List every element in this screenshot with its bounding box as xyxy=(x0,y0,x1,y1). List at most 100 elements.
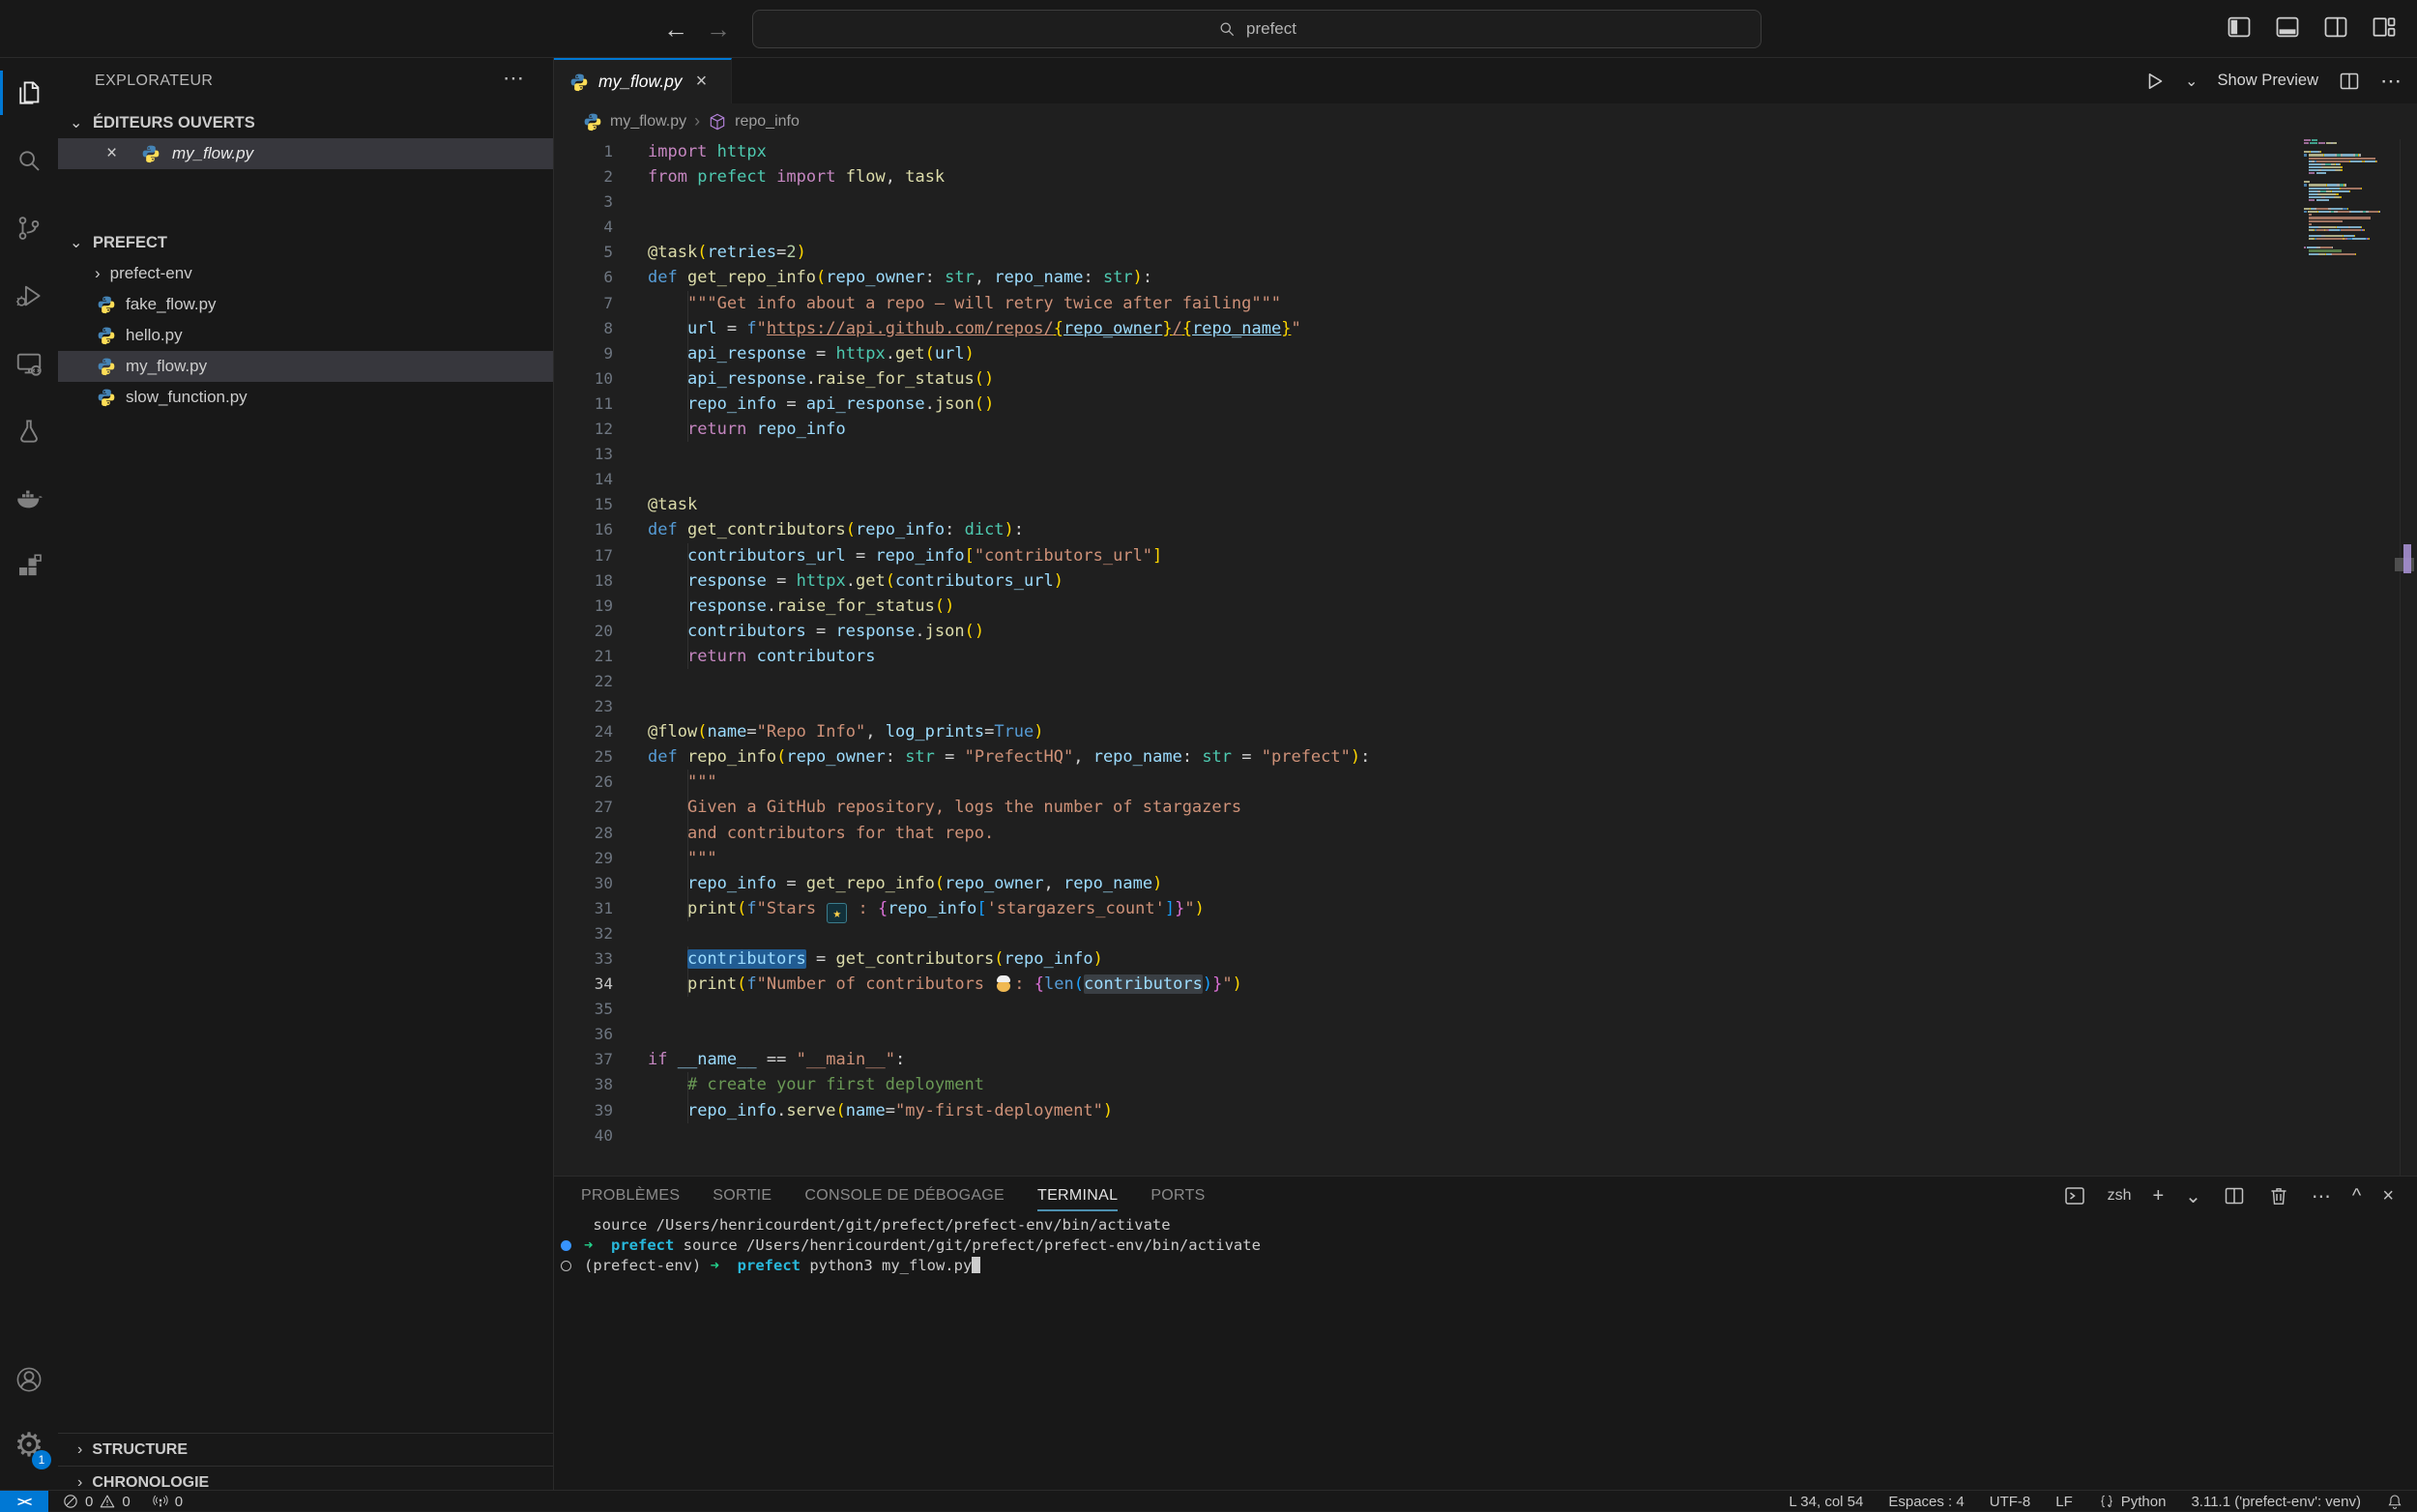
line-number[interactable]: 38 xyxy=(554,1072,613,1097)
line-number[interactable]: 25 xyxy=(554,744,613,770)
line-number[interactable]: 15 xyxy=(554,492,613,517)
code-line[interactable]: 29 """ xyxy=(554,846,2417,871)
code-line[interactable]: 16def get_contributors(repo_info: dict): xyxy=(554,517,2417,542)
minimap[interactable] xyxy=(2304,139,2380,259)
code-line[interactable]: 18 response = httpx.get(contributors_url… xyxy=(554,568,2417,594)
breadcrumb-symbol[interactable]: repo_info xyxy=(735,113,800,131)
activity-source-control[interactable] xyxy=(0,194,58,262)
line-number[interactable]: 22 xyxy=(554,669,613,694)
line-number[interactable]: 40 xyxy=(554,1123,613,1149)
panel-tab-ports[interactable]: PORTS xyxy=(1150,1177,1205,1215)
toggle-secondary-sidebar-icon[interactable] xyxy=(2322,14,2349,41)
kill-terminal-button[interactable] xyxy=(2267,1184,2290,1207)
activity-extensions[interactable] xyxy=(0,533,58,600)
line-number[interactable]: 4 xyxy=(554,215,613,240)
code-line[interactable]: 15@task xyxy=(554,492,2417,517)
activity-accounts[interactable] xyxy=(0,1346,58,1413)
line-number[interactable]: 36 xyxy=(554,1022,613,1047)
line-number[interactable]: 2 xyxy=(554,164,613,189)
line-number[interactable]: 20 xyxy=(554,619,613,644)
code-line[interactable]: 10 api_response.raise_for_status() xyxy=(554,366,2417,392)
line-number[interactable]: 1 xyxy=(554,139,613,164)
code-line[interactable]: 31 print(f"Stars ★ : {repo_info['stargaz… xyxy=(554,896,2417,921)
line-number[interactable]: 29 xyxy=(554,846,613,871)
code-line[interactable]: 26 """ xyxy=(554,770,2417,795)
command-center-search[interactable]: prefect xyxy=(752,10,1762,48)
line-number[interactable]: 33 xyxy=(554,946,613,972)
project-section[interactable]: ⌄ PREFECT xyxy=(58,228,553,258)
activity-search[interactable] xyxy=(0,127,58,194)
sidebar-item-slow_function-py[interactable]: slow_function.py xyxy=(58,382,553,413)
back-button[interactable]: ← xyxy=(658,12,693,46)
code-line[interactable]: 19 response.raise_for_status() xyxy=(554,594,2417,619)
panel-tab-terminal[interactable]: TERMINAL xyxy=(1037,1177,1118,1215)
line-number[interactable]: 10 xyxy=(554,366,613,392)
code-line[interactable]: 2from prefect import flow, task xyxy=(554,164,2417,189)
forward-button[interactable]: → xyxy=(701,12,736,46)
line-number[interactable]: 6 xyxy=(554,265,613,290)
status-python-interpreter[interactable]: 3.11.1 ('prefect-env': venv) xyxy=(2191,1494,2361,1510)
panel-tab-console-de-d-bogage[interactable]: CONSOLE DE DÉBOGAGE xyxy=(804,1177,1005,1215)
code-line[interactable]: 30 repo_info = get_repo_info(repo_owner,… xyxy=(554,871,2417,896)
terminal-line[interactable]: (prefect-env) ➜ prefect python3 my_flow.… xyxy=(554,1256,2417,1276)
line-number[interactable]: 19 xyxy=(554,594,613,619)
line-number[interactable]: 28 xyxy=(554,821,613,846)
code-editor[interactable]: 1import httpx2from prefect import flow, … xyxy=(554,139,2417,1176)
line-number[interactable]: 32 xyxy=(554,921,613,946)
sidebar-section-structure[interactable]: ›STRUCTURE xyxy=(58,1433,553,1466)
more-actions-button[interactable]: ⋯ xyxy=(2380,69,2402,94)
code-line[interactable]: 27 Given a GitHub repository, logs the n… xyxy=(554,795,2417,820)
ellipsis-icon[interactable]: ⋯ xyxy=(503,66,524,91)
line-number[interactable]: 8 xyxy=(554,316,613,341)
activity-settings[interactable]: ⚙1 xyxy=(0,1411,58,1479)
terminal-line[interactable]: source /Users/henricourdent/git/prefect/… xyxy=(554,1215,2417,1236)
line-number[interactable]: 24 xyxy=(554,719,613,744)
activity-run-debug[interactable] xyxy=(0,262,58,330)
code-line[interactable]: 13 xyxy=(554,442,2417,467)
line-number[interactable]: 9 xyxy=(554,341,613,366)
breadcrumb[interactable]: my_flow.py › repo_info xyxy=(554,103,2417,139)
code-line[interactable]: 22 xyxy=(554,669,2417,694)
ports-status[interactable]: 0 xyxy=(152,1493,183,1510)
line-number[interactable]: 17 xyxy=(554,543,613,568)
line-number[interactable]: 34 xyxy=(554,972,613,997)
status-indentation[interactable]: Espaces : 4 xyxy=(1888,1494,1964,1510)
terminal-more-actions[interactable]: ⋯ xyxy=(2312,1184,2331,1208)
toggle-sidebar-icon[interactable] xyxy=(2226,14,2253,41)
sidebar-item-fake_flow-py[interactable]: fake_flow.py xyxy=(58,289,553,320)
problems-status[interactable]: 0 0 xyxy=(62,1493,131,1510)
status-notifications[interactable] xyxy=(2386,1493,2403,1510)
activity-testing[interactable] xyxy=(0,397,58,465)
code-line[interactable]: 7 """Get info about a repo – will retry … xyxy=(554,291,2417,316)
status-language-mode[interactable]: Python xyxy=(2098,1493,2167,1510)
customize-layout-icon[interactable] xyxy=(2371,14,2398,41)
code-line[interactable]: 28 and contributors for that repo. xyxy=(554,821,2417,846)
line-number[interactable]: 23 xyxy=(554,694,613,719)
code-line[interactable]: 35 xyxy=(554,997,2417,1022)
line-number[interactable]: 18 xyxy=(554,568,613,594)
status-encoding[interactable]: UTF-8 xyxy=(1990,1494,2031,1510)
close-icon[interactable]: × xyxy=(696,71,708,93)
panel-tab-probl-mes[interactable]: PROBLÈMES xyxy=(581,1177,680,1215)
split-terminal-button[interactable] xyxy=(2223,1184,2246,1207)
line-number[interactable]: 3 xyxy=(554,189,613,215)
code-line[interactable]: 38 # create your first deployment xyxy=(554,1072,2417,1097)
close-panel-button[interactable]: × xyxy=(2382,1185,2394,1207)
code-line[interactable]: 11 repo_info = api_response.json() xyxy=(554,392,2417,417)
run-dropdown-chevron[interactable]: ⌄ xyxy=(2185,72,2198,91)
status-eol[interactable]: LF xyxy=(2055,1494,2073,1510)
remote-indicator[interactable]: >< xyxy=(0,1491,48,1512)
activity-remote-explorer[interactable] xyxy=(0,330,58,397)
line-number[interactable]: 11 xyxy=(554,392,613,417)
code-line[interactable]: 5@task(retries=2) xyxy=(554,240,2417,265)
activity-docker[interactable] xyxy=(0,465,58,533)
line-number[interactable]: 35 xyxy=(554,997,613,1022)
code-line[interactable]: 21 return contributors xyxy=(554,644,2417,669)
open-editors-section[interactable]: ⌄ ÉDITEURS OUVERTS xyxy=(58,108,553,138)
code-line[interactable]: 8 url = f"https://api.github.com/repos/{… xyxy=(554,316,2417,341)
line-number[interactable]: 13 xyxy=(554,442,613,467)
sidebar-item-hello-py[interactable]: hello.py xyxy=(58,320,553,351)
code-line[interactable]: 23 xyxy=(554,694,2417,719)
code-line[interactable]: 4 xyxy=(554,215,2417,240)
code-line[interactable]: 32 xyxy=(554,921,2417,946)
